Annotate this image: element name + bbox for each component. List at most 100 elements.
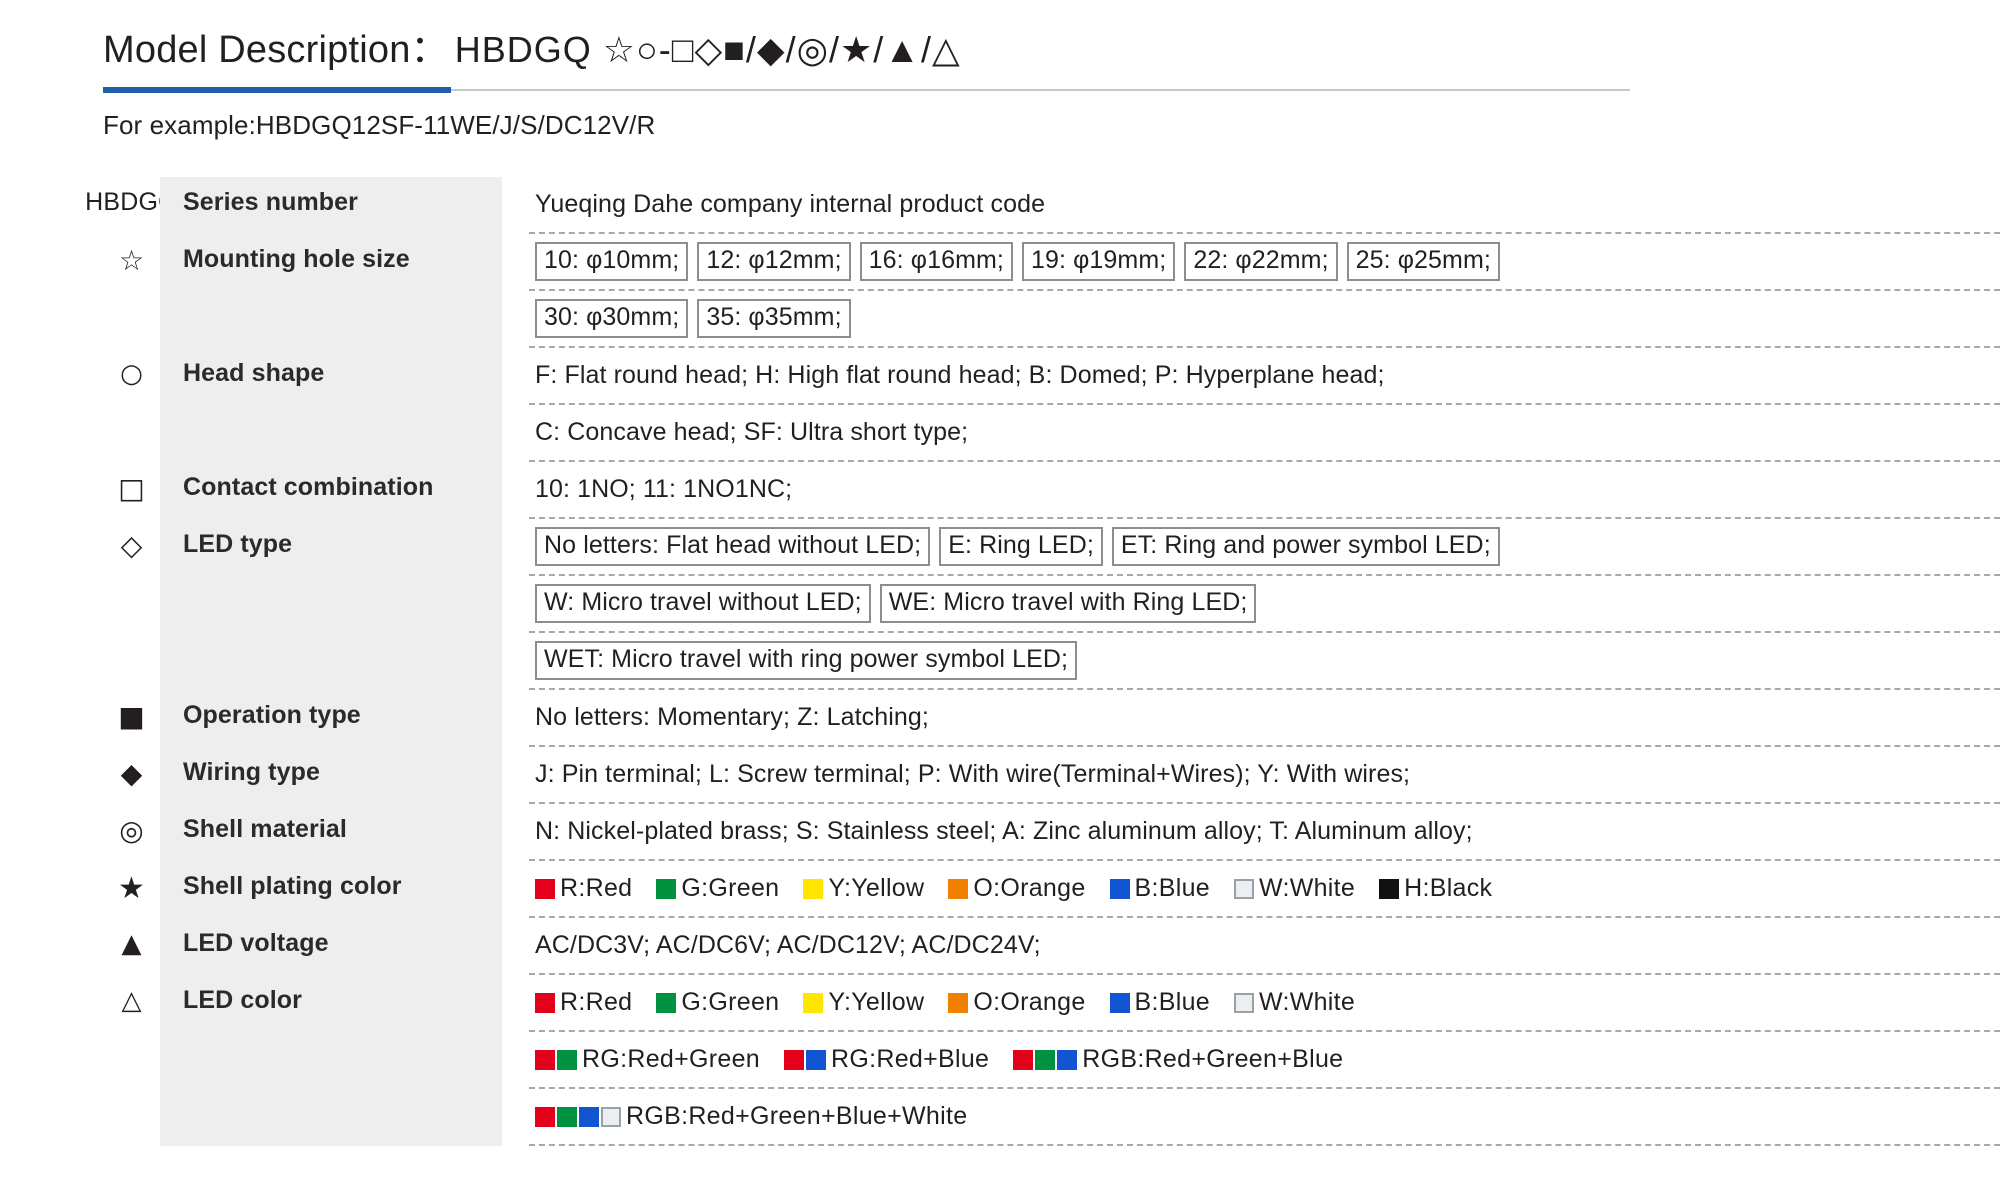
row-label: LED type [160,519,502,690]
description-line: R:Red G:Green Y:Yellow O:Orange B:Blue W:Whit… [529,975,2000,1032]
table-row: ◎ Shell material N: Nickel-plated brass; S… [0,804,2000,861]
row-icon-cell: ▲ [103,918,160,975]
option-box: E: Ring LED; [939,526,1103,567]
description-line: 10: φ10mm; 12: φ12mm; 16: φ16mm; 19: φ19mm;… [529,234,2000,291]
row-description-cell: R:Red G:Green Y:Yellow O:Orange B:Blue W:Whit… [502,861,2000,918]
color-swatch-red [784,1049,804,1070]
page-title: Model Description： HBDGQ ☆○-□◇■/◆/◎/★/▲/… [0,0,2000,73]
table-row: ★ Shell plating color R:Red G:Green Y:Yellow… [0,861,2000,918]
row-description-cell: F: Flat round head; H: High flat round h… [502,348,2000,462]
option-box: 35: φ35mm; [697,298,851,339]
ring-icon: ◎ [119,814,144,847]
row-description-cell: J: Pin terminal; L: Screw terminal; P: W… [502,747,2000,804]
row-description-cell: N: Nickel-plated brass; S: Stainless ste… [502,804,2000,861]
row-icon-cell: HBDGQ [85,177,177,234]
row-icon-cell: ☆ [103,234,160,348]
color-option: W:White [1234,988,1355,1017]
description-line: WET: Micro travel with ring power symbol… [529,633,2000,690]
triangle-filled-icon: ▲ [121,929,142,959]
row-icon-cell: ○ [103,348,160,462]
table-row: HBDGQ Series number Yueqing Dahe company i… [0,177,2000,234]
color-option-label: RG:Red+Green [582,1045,760,1073]
color-option-label: RGB:Red+Green+Blue [1082,1045,1344,1073]
row-icon-cell: ◆ [103,747,160,804]
color-option-label: H:Black [1404,874,1493,902]
page-title-label: Model Description： [103,29,449,71]
row-description-cell: 10: 1NO; 11: 1NO1NC; [502,462,2000,519]
color-swatch-yellow [803,878,824,899]
color-swatch-blue [1109,878,1130,899]
description-line: Yueqing Dahe company internal product co… [529,177,2000,234]
color-swatch-white [1234,878,1255,899]
description-line: J: Pin terminal; L: Screw terminal; P: W… [529,747,2000,804]
row-label: Shell plating color [160,861,502,918]
row-icon-cell: ■ [103,690,160,747]
row-label: Mounting hole size [160,234,502,348]
color-swatch-green [557,1106,577,1127]
color-swatch-red [535,1049,555,1070]
triangle-outline-icon: △ [121,986,142,1016]
table-row: ○ Head shape F: Flat round head; H: High f… [0,348,2000,462]
title-underline-accent [103,87,451,93]
color-swatch-black [1379,878,1400,899]
description-line: RG:Red+Green RG:Red+Blue RGB:Red+Green+Blu… [529,1032,2000,1089]
color-swatch-green [656,878,677,899]
row-label: Series number [160,177,502,234]
row-description-cell: R:Red G:Green Y:Yellow O:Orange B:Blue W:Whit… [502,975,2000,1146]
option-box: ET: Ring and power symbol LED; [1111,526,1500,567]
square-filled-icon: ■ [118,700,145,733]
color-swatch-red [535,878,555,899]
color-swatch-orange [948,878,969,899]
color-option: B:Blue [1109,874,1211,903]
color-swatch-green [656,992,677,1013]
color-option: G:Green [656,874,779,903]
row-icon-cell: ◎ [103,804,160,861]
color-option-label: RG:Red+Blue [831,1045,990,1073]
example-line: For example:HBDGQ12SF-11WE/J/S/DC12V/R [103,110,656,140]
color-option-label: W:White [1259,988,1356,1016]
color-option: RGB:Red+Green+Blue+White [535,1102,967,1131]
color-option-label: B:Blue [1134,988,1211,1016]
option-box: 22: φ22mm; [1184,241,1338,282]
row-icon-cell: ◇ [103,519,160,690]
row-label: LED voltage [160,918,502,975]
table-row: ▲ LED voltage AC/DC3V; AC/DC6V; AC/DC12V; … [0,918,2000,975]
row-label: Wiring type [160,747,502,804]
table-row: ◇ LED type No letters: Flat head without L… [0,519,2000,690]
model-description-page: Model Description： HBDGQ ☆○-□◇■/◆/◎/★/▲/… [0,0,2000,1200]
option-box: 30: φ30mm; [535,298,689,339]
color-option-label: O:Orange [973,874,1086,902]
option-box: W: Micro travel without LED; [535,583,871,624]
option-box: 16: φ16mm; [859,241,1013,282]
row-description-cell: No letters: Flat head without LED; E: Rin… [502,519,2000,690]
row-icon-cell: ★ [103,861,160,918]
row-description-cell: 10: φ10mm; 12: φ12mm; 16: φ16mm; 19: φ19mm;… [502,234,2000,348]
row-label: Operation type [160,690,502,747]
description-line: RGB:Red+Green+Blue+White [529,1089,2000,1146]
option-box: No letters: Flat head without LED; [535,526,931,567]
row-description-cell: Yueqing Dahe company internal product co… [502,177,2000,234]
option-box: WE: Micro travel with Ring LED; [879,583,1257,624]
color-option: RG:Red+Blue [784,1045,989,1074]
color-swatch-green [1035,1049,1056,1070]
table-row: △ LED color R:Red G:Green Y:Yellow O:Orange B:… [0,975,2000,1146]
description-line: 30: φ30mm; 35: φ35mm; [529,291,2000,348]
color-option: RGB:Red+Green+Blue [1013,1045,1343,1074]
option-box: 10: φ10mm; [535,241,689,282]
color-option-label: Y:Yellow [828,988,925,1016]
description-line: No letters: Flat head without LED; E: Rin… [529,519,2000,576]
table-row: ■ Operation type No letters: Momentary; Z:… [0,690,2000,747]
color-option: H:Black [1379,874,1492,903]
color-option-label: R:Red [560,988,633,1016]
option-box: 19: φ19mm; [1021,241,1176,282]
row-label: Head shape [160,348,502,462]
color-option-label: B:Blue [1134,874,1211,902]
description-line: F: Flat round head; H: High flat round h… [529,348,2000,405]
option-box: 25: φ25mm; [1346,241,1500,282]
color-option-label: W:White [1259,874,1356,902]
color-swatch-green [557,1049,577,1070]
model-description-table: HBDGQ Series number Yueqing Dahe company i… [0,177,2000,1146]
description-line: C: Concave head; SF: Ultra short type; [529,405,2000,462]
color-option: B:Blue [1109,988,1211,1017]
description-line: N: Nickel-plated brass; S: Stainless ste… [529,804,2000,861]
